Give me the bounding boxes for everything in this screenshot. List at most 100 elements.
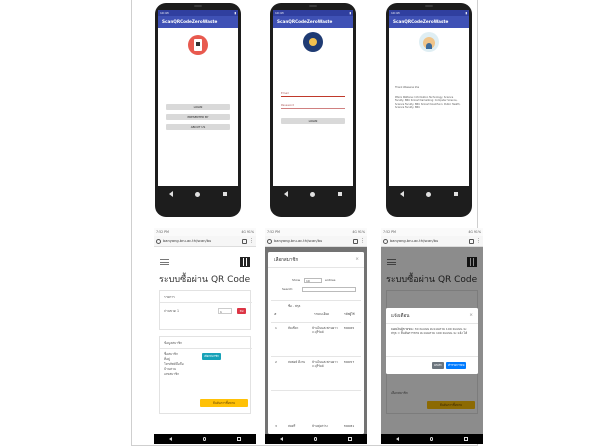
recents-icon[interactable] bbox=[348, 437, 352, 441]
quantity-input[interactable]: 1 bbox=[218, 308, 232, 314]
delete-button[interactable]: ลบ bbox=[237, 308, 246, 314]
col-header[interactable]: # bbox=[274, 312, 277, 316]
battery-icon: ▮ bbox=[234, 11, 236, 15]
web-member-select-screen: 7:52 PM 4G 91% banyang.bru.ac.th/scan/bu… bbox=[265, 228, 367, 444]
presented-by-button[interactable]: PRESENTED BY bbox=[166, 114, 230, 120]
home-icon[interactable] bbox=[310, 191, 316, 197]
item-label: ถ่านขวด 1 bbox=[164, 309, 179, 313]
modal-title: เลือกสมาชิก bbox=[274, 258, 299, 263]
status-right: 4G 91% bbox=[352, 230, 365, 234]
row-name[interactable]: สมพงษ์ ดีงาม bbox=[288, 360, 306, 364]
row-name[interactable]: ส้มเขียว bbox=[288, 326, 306, 330]
cancel-button[interactable]: ยกเลิก bbox=[432, 362, 444, 369]
url-text[interactable]: banyang.bru.ac.th/scan/bu bbox=[163, 239, 240, 243]
recents-icon[interactable] bbox=[237, 437, 241, 441]
phone-presented-by: 10:43 ▮ ScanQRCodeZeroWaste Thank Wasaana… bbox=[386, 3, 472, 217]
status-left: 7:52 PM bbox=[383, 230, 396, 234]
row-name[interactable]: สมศรี bbox=[288, 424, 306, 428]
alert-title: แจ้งเตือน bbox=[391, 314, 410, 319]
entries-value: 10 bbox=[306, 279, 310, 283]
phone-home-screen: 10:43 ▮ ScanQRCodeZeroWaste LOGIN PRESENT… bbox=[158, 10, 238, 186]
close-icon[interactable]: × bbox=[469, 313, 473, 318]
cart-label: รายการ bbox=[164, 295, 175, 299]
menu-icon[interactable]: ⋮ bbox=[476, 238, 481, 244]
phone-login-screen: 10:43 ▮ ScanQRCodeZeroWaste Email Passwor… bbox=[273, 10, 353, 186]
home-icon[interactable] bbox=[202, 437, 207, 441]
browser-url-bar[interactable]: banyang.bru.ac.th/scan/bu ⋮ bbox=[265, 236, 367, 247]
back-icon[interactable] bbox=[169, 191, 174, 197]
web-alert-screen: 7:52 PM 4G 91% banyang.bru.ac.th/scan/bu… bbox=[381, 228, 483, 444]
recents-icon[interactable] bbox=[337, 192, 342, 196]
team-avatar-icon bbox=[419, 32, 439, 52]
android-navbar bbox=[158, 188, 238, 200]
col-header[interactable]: ชื่อ - สกุล bbox=[288, 304, 304, 308]
choose-member-button[interactable]: เลือกสมาชิก bbox=[202, 353, 221, 360]
status-left: 7:52 PM bbox=[267, 230, 280, 234]
qr-scan-logo-icon bbox=[188, 35, 208, 55]
back-icon[interactable] bbox=[169, 437, 173, 441]
status-left: 7:52 PM bbox=[156, 230, 169, 234]
back-icon[interactable] bbox=[400, 191, 405, 197]
presented-heading: Thank Wasaana kha bbox=[395, 86, 420, 89]
col-header[interactable]: รหัสผู้ใช้ bbox=[344, 312, 355, 316]
menu-icon[interactable]: ⋮ bbox=[360, 238, 365, 244]
entries-select[interactable]: 10 bbox=[304, 278, 322, 283]
android-navbar bbox=[381, 434, 483, 444]
cart-card: รายการ ถ่านขวด 1 1 ลบ bbox=[159, 290, 252, 330]
member-line: เลขสมาชิก bbox=[164, 372, 180, 376]
member-line: บ้านสวน bbox=[164, 367, 176, 371]
home-icon[interactable] bbox=[195, 191, 201, 197]
android-navbar bbox=[154, 434, 256, 444]
browser-url-bar[interactable]: banyang.bru.ac.th/scan/bu ⋮ bbox=[381, 236, 483, 247]
status-bar: 7:52 PM 4G 91% bbox=[154, 228, 256, 236]
row-detail: บ้านโนนสะพานยาว จ.บุรีรัมย์ bbox=[312, 326, 338, 334]
login-submit-button[interactable]: LOGIN bbox=[281, 118, 345, 124]
alert-modal: แจ้งเตือน × ยอดเงินผู้ขายขยะ 30 คะแนน คะ… bbox=[386, 308, 478, 374]
row-no: 3 bbox=[275, 424, 277, 428]
tab-switcher-icon[interactable] bbox=[353, 238, 358, 244]
about-us-button[interactable]: ABOUT US bbox=[166, 124, 230, 130]
android-navbar bbox=[389, 188, 469, 200]
home-icon[interactable] bbox=[313, 437, 318, 441]
back-icon[interactable] bbox=[280, 437, 284, 441]
row-code: M0065 bbox=[344, 326, 355, 330]
android-navbar bbox=[265, 434, 367, 444]
status-bar: 7:52 PM 4G 91% bbox=[381, 228, 483, 236]
tab-switcher-icon[interactable] bbox=[469, 238, 474, 244]
camera bbox=[425, 5, 433, 7]
continue-button[interactable]: ทำรายการต่อ bbox=[446, 362, 467, 369]
camera bbox=[309, 5, 317, 7]
search-label: Search: bbox=[282, 287, 294, 291]
member-line: โทรศัพท์มือถือ bbox=[164, 362, 184, 366]
battery-icon: ▮ bbox=[349, 11, 351, 15]
close-icon[interactable]: × bbox=[355, 257, 359, 262]
browser-url-bar[interactable]: banyang.bru.ac.th/scan/bu ⋮ bbox=[154, 236, 256, 247]
recents-icon[interactable] bbox=[453, 192, 458, 196]
status-right: 4G 91% bbox=[241, 230, 254, 234]
globe-icon bbox=[156, 238, 161, 244]
home-icon[interactable] bbox=[429, 437, 434, 441]
url-text[interactable]: banyang.bru.ac.th/scan/bu bbox=[274, 239, 351, 243]
status-right: 4G 91% bbox=[468, 230, 481, 234]
password-field[interactable]: Password bbox=[281, 102, 345, 109]
menu-icon[interactable]: ⋮ bbox=[249, 238, 254, 244]
member-line: ที่อยู่ bbox=[164, 357, 170, 361]
tab-switcher-icon[interactable] bbox=[242, 238, 247, 244]
recents-icon[interactable] bbox=[464, 437, 468, 441]
col-header[interactable]: รายละเอียด bbox=[314, 312, 329, 316]
recents-icon[interactable] bbox=[222, 192, 227, 196]
confirm-purchase-button[interactable]: ยืนยันการซื้อขาย bbox=[200, 399, 248, 407]
app-bar-title: ScanQRCodeZeroWaste bbox=[273, 16, 353, 28]
login-button[interactable]: LOGIN bbox=[166, 104, 230, 110]
search-input[interactable] bbox=[302, 287, 356, 292]
back-icon[interactable] bbox=[396, 437, 400, 441]
qr-code-icon[interactable] bbox=[240, 257, 250, 267]
hamburger-icon[interactable] bbox=[160, 259, 169, 265]
member-select-modal: เลือกสมาชิก × Show 10 entries Search: # … bbox=[268, 252, 364, 434]
url-text[interactable]: banyang.bru.ac.th/scan/bu bbox=[390, 239, 467, 243]
web-cart-screen: 7:52 PM 4G 91% banyang.bru.ac.th/scan/bu… bbox=[154, 228, 256, 444]
back-icon[interactable] bbox=[284, 191, 289, 197]
camera bbox=[194, 5, 202, 7]
email-field[interactable]: Email bbox=[281, 90, 345, 97]
home-icon[interactable] bbox=[426, 191, 432, 197]
